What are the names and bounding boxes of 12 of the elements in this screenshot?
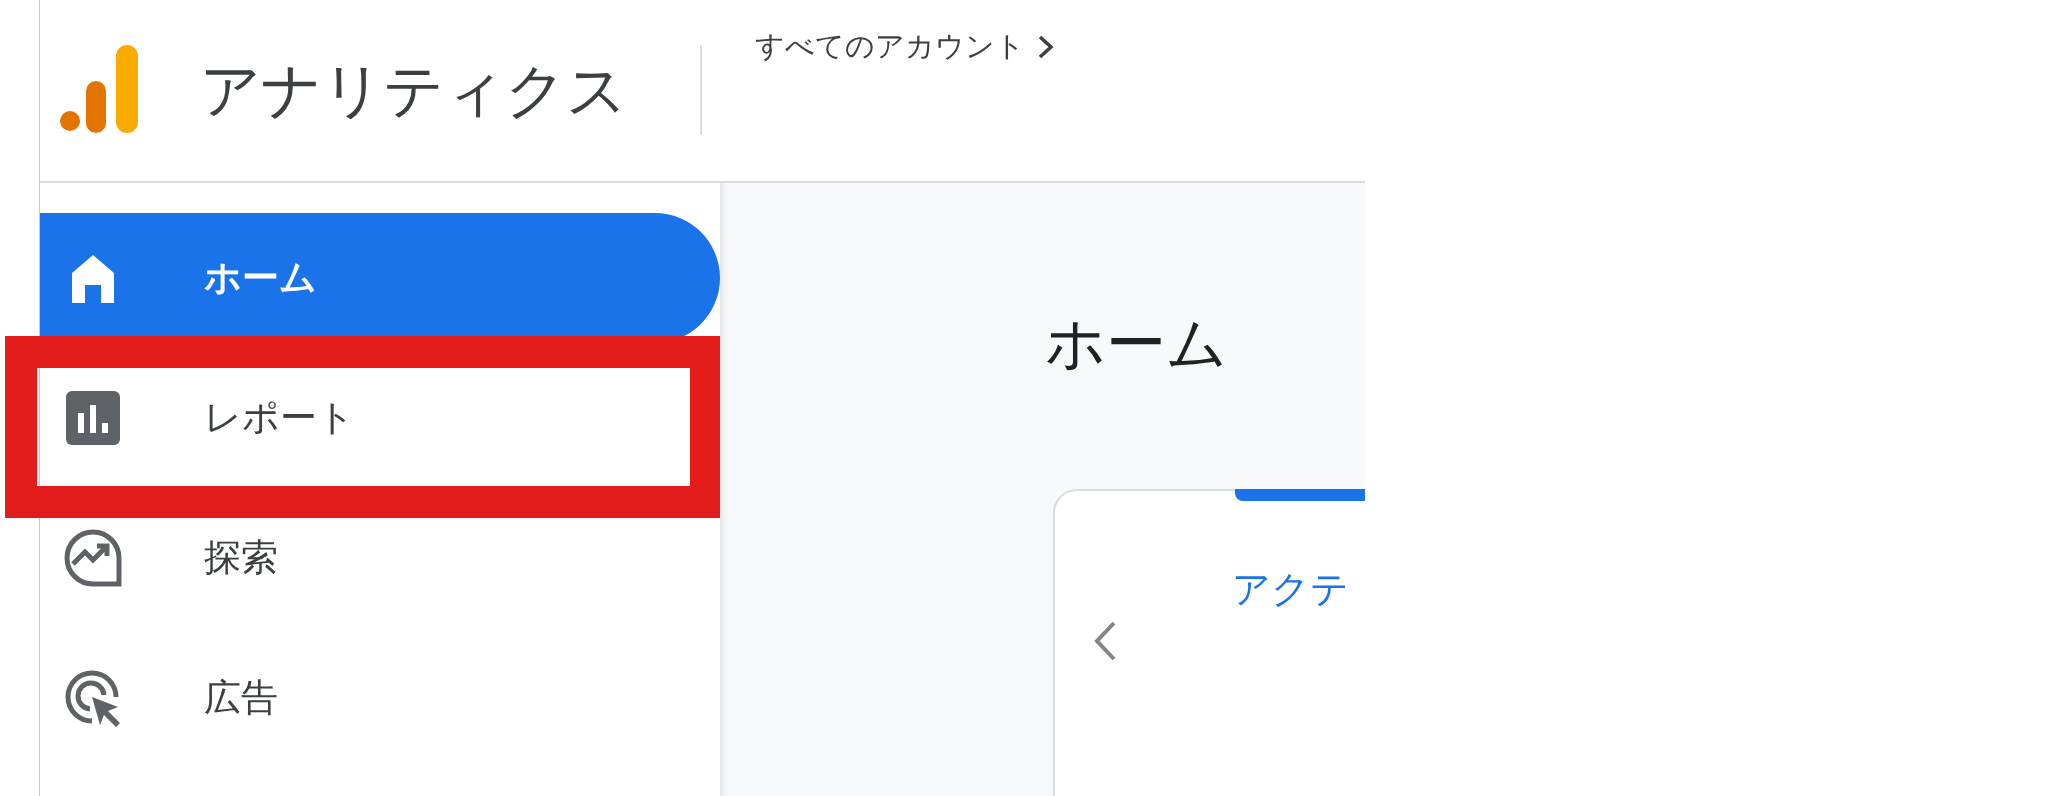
chevron-left-icon[interactable]: [1092, 620, 1118, 662]
nav-item[interactable]: 広告: [40, 633, 720, 763]
analytics-logo-icon: [60, 45, 138, 133]
home-icon: [70, 253, 116, 303]
chevron-right-icon: [1037, 33, 1055, 60]
bar-chart-icon: [66, 391, 120, 445]
nav-item[interactable]: レポート: [40, 353, 720, 483]
page-title: ホーム: [1045, 309, 1227, 379]
nav-item[interactable]: 探索: [40, 493, 720, 623]
product-name: アナリティクス: [200, 56, 627, 126]
card-tab-label[interactable]: アクテ: [1232, 565, 1349, 613]
all-accounts-link[interactable]: すべてのアカウント: [755, 25, 1055, 69]
